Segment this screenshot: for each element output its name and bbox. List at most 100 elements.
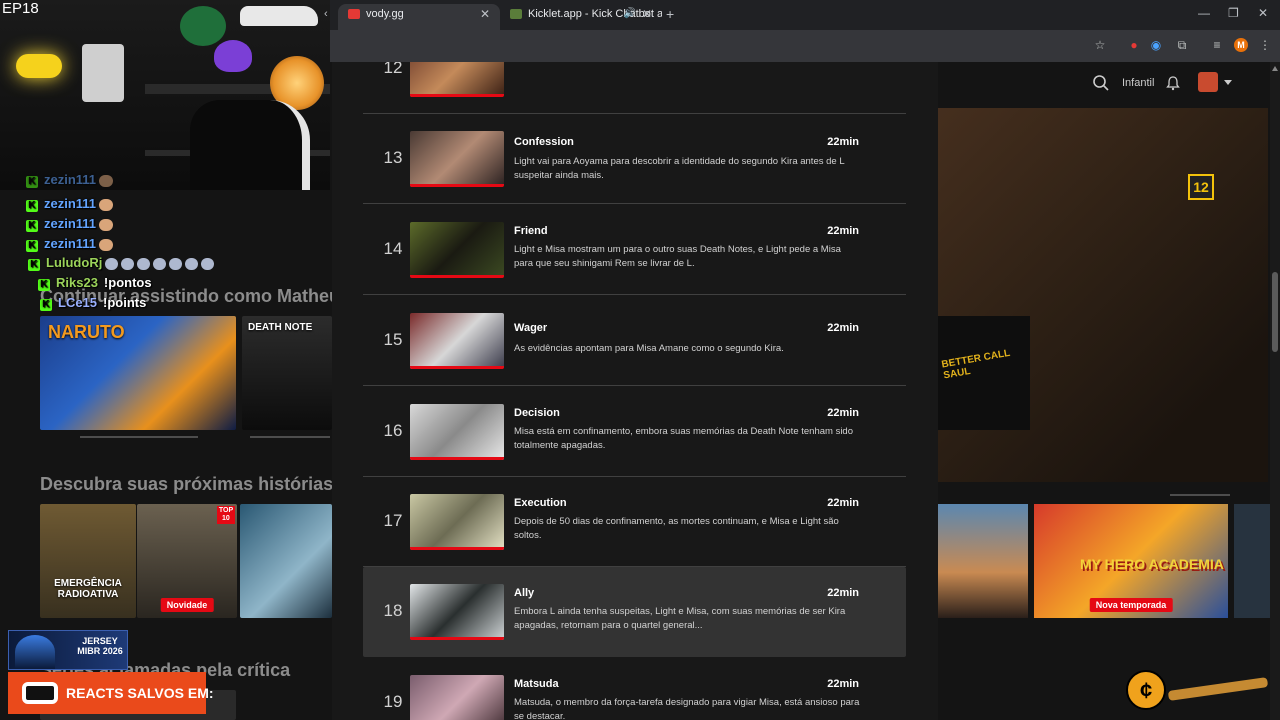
episode-description: Light e Misa mostram um para o outro sua… bbox=[514, 244, 841, 269]
chat-line: Kzezin111 bbox=[26, 216, 114, 232]
new-season-badge: Nova temporada bbox=[1089, 598, 1173, 612]
tile-top10-corner: TOP 10 bbox=[217, 504, 237, 618]
episode-row[interactable]: 19 Matsuda 22min Matsuda, o membro da força… bbox=[363, 658, 906, 720]
tile-my-hero-academia[interactable]: MY HERO ACADEMIA Nova temporada bbox=[1034, 504, 1228, 618]
jersey-promo-text: JERSEY MIBR 2026 bbox=[77, 636, 123, 656]
chat-user: LuludoRj bbox=[46, 255, 103, 270]
browser-tab-strip: ‹ vody.gg ✕ Kicklet.app - Kick Chatbot a… bbox=[324, 0, 1280, 30]
tab-vody[interactable]: vody.gg ✕ bbox=[338, 4, 500, 30]
tile-better-call-saul[interactable]: BETTER CALL SAUL bbox=[938, 316, 1030, 430]
tile-bcs-logo: BETTER CALL SAUL bbox=[940, 347, 1011, 382]
episode-row[interactable]: 18 Ally 22min Embora L ainda tenha suspeita… bbox=[363, 567, 906, 657]
chat-line: K LCe15 !points bbox=[40, 295, 146, 311]
tab-kicklet[interactable]: Kicklet.app - Kick Chatbot a 🔊 ✕ bbox=[500, 4, 662, 30]
extension-icon[interactable]: ● bbox=[1127, 38, 1141, 52]
episode-list-modal: 12Com um segundo Kira agora à solta, L p… bbox=[332, 62, 938, 720]
webcam-overlay: EP18 bbox=[0, 0, 330, 190]
profile-avatar[interactable] bbox=[1198, 72, 1218, 92]
chat-line: K Riks23 !pontos bbox=[38, 275, 152, 291]
chat-line: K LuludoRj bbox=[28, 255, 215, 271]
stream-overlay-decoration: ¢ bbox=[1126, 668, 1269, 712]
episode-thumbnail[interactable] bbox=[410, 675, 504, 720]
episode-thumbnail[interactable] bbox=[410, 313, 504, 369]
page-scrollbar[interactable] bbox=[1270, 62, 1280, 720]
extension-icon[interactable]: ◉ bbox=[1149, 38, 1163, 52]
chevron-left-icon[interactable]: ‹ bbox=[324, 8, 328, 20]
bell-icon[interactable] bbox=[1165, 75, 1181, 91]
bookmark-star-icon[interactable]: ☆ bbox=[1093, 38, 1107, 52]
episode-title: Wager bbox=[514, 322, 548, 334]
kick-icon: K bbox=[26, 200, 38, 212]
episode-title: Decision bbox=[514, 407, 560, 419]
car-model-decoration bbox=[240, 6, 318, 26]
caret-down-icon[interactable] bbox=[1224, 80, 1232, 85]
tile-mha-logo: MY HERO ACADEMIA bbox=[1080, 556, 1224, 572]
screen: Continuar assistindo como Matheus NARUTO… bbox=[0, 0, 1280, 720]
play-button-award bbox=[82, 44, 124, 102]
extensions-puzzle-icon[interactable]: ⧉ bbox=[1175, 38, 1189, 52]
close-icon[interactable]: ✕ bbox=[480, 4, 490, 24]
episode-row[interactable]: 15 Wager 22min As evidências apontam para M… bbox=[363, 296, 906, 386]
menu-kebab-icon[interactable]: ⋮ bbox=[1258, 38, 1272, 52]
tile-naruto-shippuden[interactable] bbox=[240, 504, 332, 618]
new-tab-button[interactable]: + bbox=[666, 6, 674, 22]
episode-duration: 22min bbox=[827, 322, 859, 334]
tile-anime-show[interactable] bbox=[938, 504, 1028, 618]
age-rating-badge: 12 bbox=[1188, 174, 1214, 200]
episode-thumbnail[interactable] bbox=[410, 62, 504, 97]
episode-thumbnail[interactable] bbox=[410, 404, 504, 460]
tile-emergencia-title: EMERGÊNCIA RADIOATIVA bbox=[54, 578, 122, 600]
top10-badge: TOP 10 bbox=[217, 506, 235, 524]
scrollbar-thumb[interactable] bbox=[1272, 272, 1278, 352]
episode-title: Friend bbox=[514, 225, 548, 237]
emote-icon bbox=[201, 257, 215, 270]
emote-icon bbox=[99, 218, 114, 231]
episode-description: Depois de 50 dias de confinamento, as mo… bbox=[514, 516, 839, 541]
tile-naruto[interactable]: NARUTO bbox=[40, 316, 236, 430]
episode-row[interactable]: 12Com um segundo Kira agora à solta, L p… bbox=[363, 62, 906, 114]
coin-logo-icon: ¢ bbox=[1126, 670, 1166, 710]
profile-avatar-icon[interactable]: M bbox=[1234, 38, 1248, 52]
restore-icon[interactable]: ❐ bbox=[1228, 6, 1239, 20]
episode-duration: 22min bbox=[827, 497, 859, 509]
emote-icon bbox=[137, 257, 151, 270]
watched-progress-bar bbox=[410, 637, 504, 640]
rifle-decoration bbox=[1167, 677, 1269, 701]
scroll-up-arrow-icon[interactable] bbox=[1272, 66, 1278, 71]
media-control-icon[interactable]: ≡ bbox=[1210, 38, 1224, 52]
close-window-icon[interactable]: ✕ bbox=[1258, 6, 1268, 20]
episode-thumbnail[interactable] bbox=[410, 131, 504, 187]
emote-icon bbox=[99, 174, 114, 187]
episode-row[interactable]: 14 Friend 22min Light e Misa mostram um par… bbox=[363, 205, 906, 295]
episode-row[interactable]: 17 Execution 22min Depois de 50 dias de con… bbox=[363, 477, 906, 567]
speaker-icon[interactable]: 🔊 bbox=[624, 4, 636, 24]
episode-row[interactable]: 13 Confession 22min Light vai para Aoyama p… bbox=[363, 114, 906, 204]
kick-icon: K bbox=[40, 299, 52, 311]
episode-thumbnail[interactable] bbox=[410, 584, 504, 640]
chat-user: zezin111 bbox=[44, 216, 97, 231]
episode-duration: 22min bbox=[827, 407, 859, 419]
kick-icon: K bbox=[26, 240, 38, 252]
episode-duration: 22min bbox=[827, 678, 859, 690]
reacts-promo-banner: REACTS SALVOS EM: bbox=[8, 672, 214, 714]
chat-message: !points bbox=[103, 295, 147, 310]
watched-progress-bar bbox=[410, 94, 504, 97]
row-progress-indicator bbox=[250, 436, 330, 438]
episode-title: Ally bbox=[514, 587, 535, 599]
tile-emergencia-radioativa[interactable]: EMERGÊNCIA RADIOATIVA bbox=[40, 504, 136, 618]
close-icon[interactable]: ✕ bbox=[642, 4, 652, 24]
episode-thumbnail[interactable] bbox=[410, 494, 504, 550]
row-progress-indicator bbox=[1170, 494, 1230, 496]
episode-row[interactable]: 16 Decision 22min Misa está em confinamento… bbox=[363, 387, 906, 477]
kicklet-favicon-icon bbox=[510, 9, 522, 19]
episode-thumbnail[interactable] bbox=[410, 222, 504, 278]
kids-link[interactable]: Infantil bbox=[1122, 77, 1154, 89]
minimize-icon[interactable]: — bbox=[1198, 6, 1210, 20]
tile-death-note[interactable]: DEATH NOTE bbox=[242, 316, 332, 430]
tab-label: vody.gg bbox=[366, 8, 404, 20]
episode-description: Matsuda, o membro da força-tarefa design… bbox=[514, 697, 860, 720]
search-icon[interactable] bbox=[1092, 74, 1110, 92]
reacts-logo-icon bbox=[22, 682, 58, 704]
tile-naruto-logo: NARUTO bbox=[48, 322, 125, 342]
episode-duration: 22min bbox=[827, 225, 859, 237]
